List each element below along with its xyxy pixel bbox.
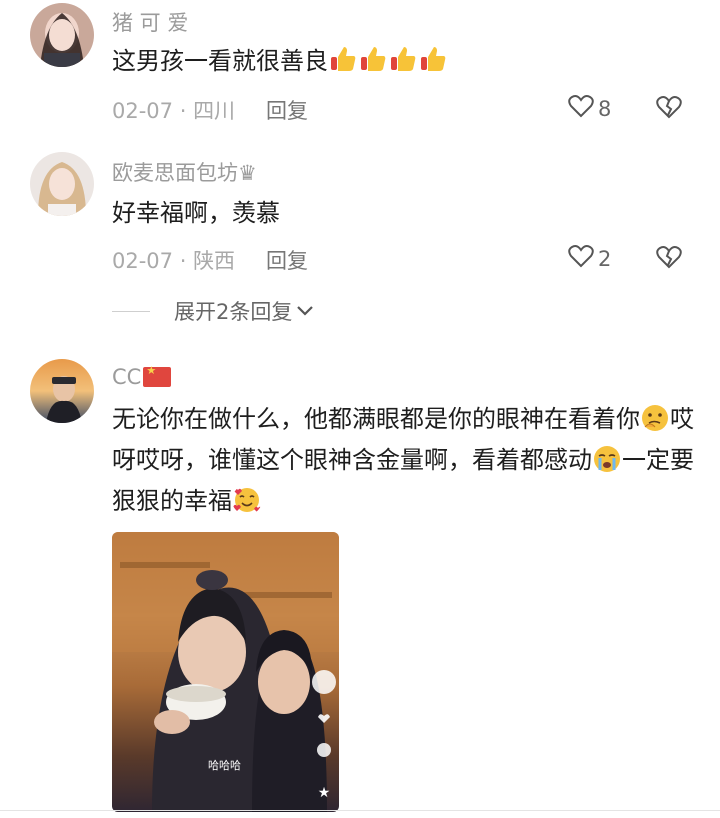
divider	[112, 310, 150, 312]
thinking-face-icon	[640, 405, 670, 433]
username[interactable]: 欧麦思面包坊♛	[112, 157, 257, 187]
dislike-button[interactable]	[656, 95, 682, 123]
expand-replies-label: 展开2条回复	[174, 300, 293, 324]
comment-meta: 02-07 · 陕西	[112, 249, 236, 273]
like-button[interactable]: 2	[568, 244, 611, 273]
reply-button[interactable]: 回复	[266, 95, 308, 125]
comment-meta: 02-07 · 四川	[112, 99, 236, 123]
thumbs-up-icon	[418, 47, 448, 75]
like-count: 8	[598, 96, 612, 121]
heart-icon	[568, 94, 598, 123]
chevron-down-icon	[296, 299, 314, 323]
avatar[interactable]	[30, 3, 94, 67]
attached-photo[interactable]: ★ 哈哈哈	[112, 532, 339, 812]
avatar[interactable]	[30, 359, 94, 423]
heart-icon	[568, 244, 598, 273]
crying-face-icon	[592, 446, 622, 474]
broken-heart-icon	[656, 246, 682, 273]
thumbs-up-icon	[328, 47, 358, 75]
comment-date: 02-07	[112, 249, 174, 273]
smiling-face-with-hearts-icon	[232, 487, 262, 515]
comment-text: 这男孩一看就很善良	[112, 40, 702, 82]
username[interactable]: 猪 可 爱	[112, 7, 188, 37]
like-button[interactable]: 8	[568, 94, 611, 123]
comment-location: 四川	[193, 99, 236, 123]
thumbs-up-icon	[358, 47, 388, 75]
china-flag-icon	[143, 364, 172, 387]
comment-text: 无论你在做什么，他都满眼都是你的眼神在看着你 哎呀哎呀，谁懂这个眼神含金量啊，看着…	[112, 405, 694, 515]
svg-text:★: ★	[318, 785, 331, 801]
comment-text: 好幸福啊，羡慕	[112, 199, 280, 227]
comment-location: 陕西	[193, 249, 236, 273]
thumbs-up-icon	[388, 47, 418, 75]
comment-date: 02-07	[112, 99, 174, 123]
photo-caption: 哈哈哈	[208, 759, 241, 772]
avatar[interactable]	[30, 152, 94, 216]
username[interactable]: CC	[112, 364, 172, 389]
expand-replies-button[interactable]: 展开2条回复	[112, 296, 314, 326]
divider	[0, 810, 720, 811]
broken-heart-icon	[656, 96, 682, 123]
reply-button[interactable]: 回复	[266, 245, 308, 275]
like-count: 2	[598, 246, 612, 271]
dislike-button[interactable]	[656, 245, 682, 273]
